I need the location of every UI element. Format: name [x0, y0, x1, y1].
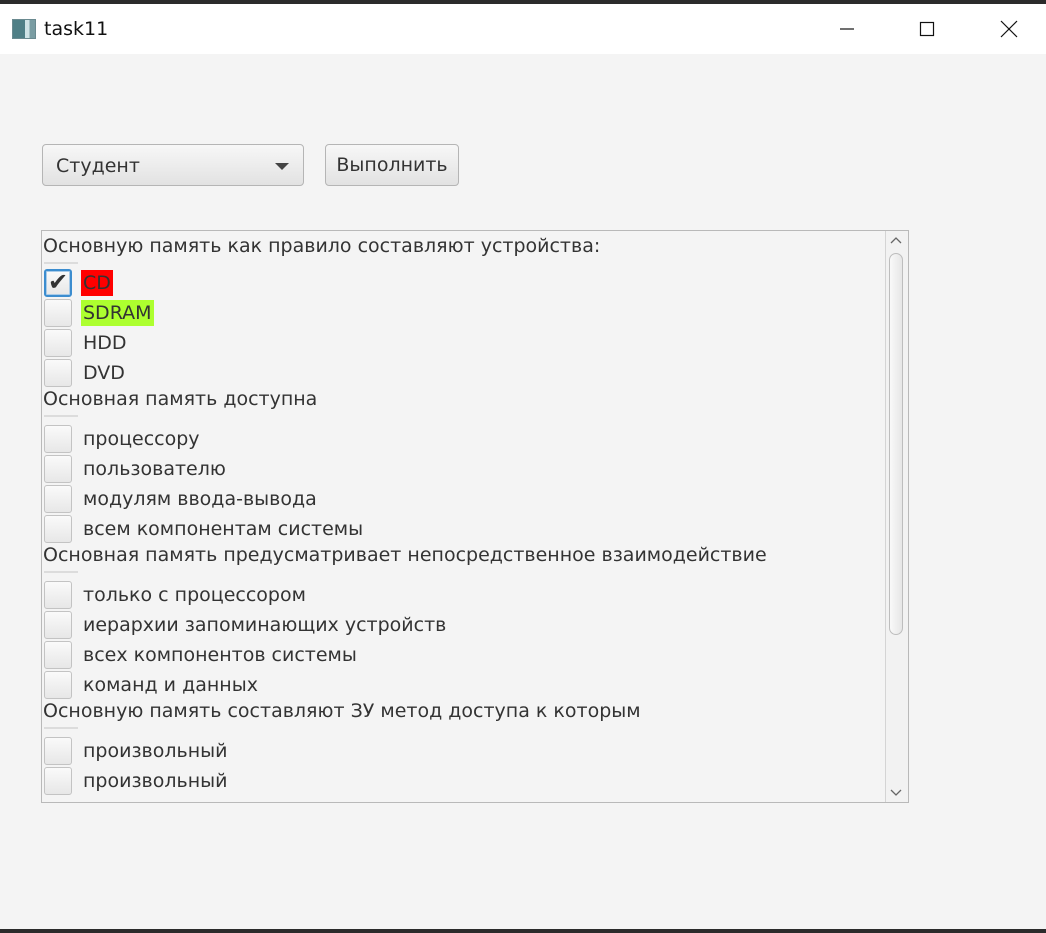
answer-label: HDD [83, 332, 127, 354]
minimize-icon [840, 28, 854, 30]
answer-checkbox[interactable] [44, 485, 72, 513]
answer-label: процессору [83, 428, 200, 450]
answer-checkbox[interactable] [44, 671, 72, 699]
run-button[interactable]: Выполнить [325, 144, 459, 186]
answer-checkbox[interactable] [44, 737, 72, 765]
answer-label: произвольный [83, 770, 228, 792]
answer-checkbox[interactable] [44, 359, 72, 387]
title-bar[interactable]: task11 [0, 4, 1046, 54]
answer-checkbox[interactable] [44, 329, 72, 357]
answer-checkbox[interactable] [44, 515, 72, 543]
answer-label: только с процессором [83, 584, 306, 606]
answer-label: модулям ввода-вывода [83, 488, 317, 510]
answer-checkbox[interactable] [44, 641, 72, 669]
question-divider [44, 262, 78, 264]
close-button[interactable] [984, 4, 1034, 54]
scroll-up-icon[interactable] [890, 235, 902, 247]
question-label: Основную память как правило составляют у… [43, 235, 601, 257]
question-label: Основная память доступна [43, 388, 318, 410]
scrollbar-thumb[interactable] [889, 253, 903, 635]
answer-label: SDRAM [81, 300, 154, 326]
role-select[interactable]: Студент [42, 144, 304, 186]
answer-label: пользователю [83, 458, 226, 480]
app-icon [12, 19, 36, 39]
answer-checkbox[interactable] [44, 767, 72, 795]
answer-label: иерархии запоминающих устройств [83, 614, 447, 636]
answer-checkbox[interactable]: ✔ [44, 268, 72, 297]
answer-checkbox[interactable] [44, 299, 72, 327]
answer-checkbox[interactable] [44, 611, 72, 639]
chevron-down-icon [275, 163, 289, 170]
answer-checkbox[interactable] [44, 455, 72, 483]
questions-list[interactable]: Основную память как правило составляют у… [41, 230, 909, 803]
question-divider [44, 415, 78, 417]
maximize-button[interactable] [902, 4, 952, 54]
question-divider [44, 571, 78, 573]
answer-checkbox[interactable] [44, 425, 72, 453]
scroll-down-icon[interactable] [890, 786, 902, 798]
checkmark-icon: ✔ [48, 268, 69, 296]
answer-label: всех компонентов системы [83, 644, 357, 666]
minimize-button[interactable] [822, 4, 872, 54]
close-icon [1000, 20, 1018, 38]
answer-label: произвольный [83, 740, 228, 762]
answer-label: DVD [83, 362, 125, 384]
answer-checkbox[interactable] [44, 581, 72, 609]
answer-label: CD [81, 270, 113, 296]
window-title: task11 [44, 18, 109, 40]
answer-label: команд и данных [83, 674, 258, 696]
role-select-value: Студент [56, 155, 140, 177]
vertical-scrollbar[interactable] [885, 231, 908, 802]
question-label: Основную память составляют ЗУ метод дост… [43, 700, 641, 722]
answer-label: всем компонентам системы [83, 518, 364, 540]
window-bottom-border [0, 929, 1046, 933]
question-label: Основная память предусматривает непосред… [43, 544, 767, 566]
maximize-icon [919, 21, 935, 37]
question-divider [44, 727, 78, 729]
